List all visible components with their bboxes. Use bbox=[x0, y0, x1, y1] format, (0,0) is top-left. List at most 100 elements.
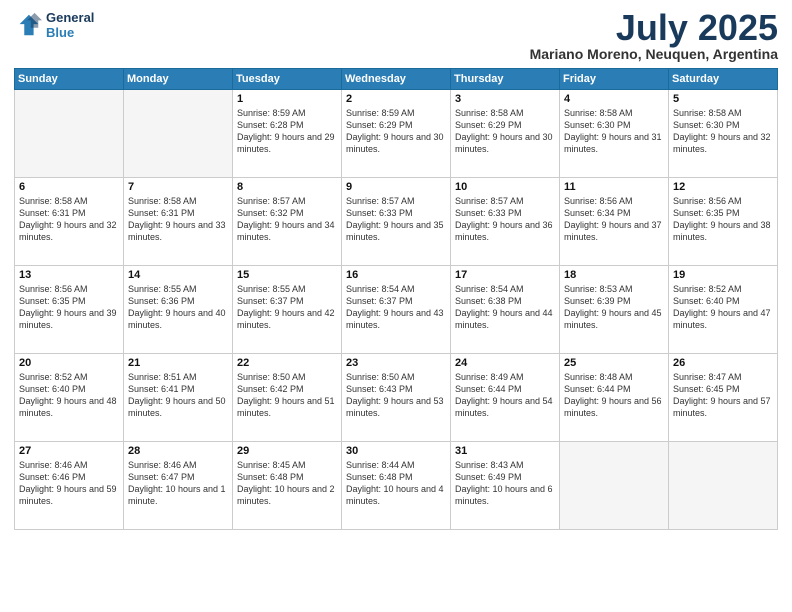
day-number: 26 bbox=[673, 357, 773, 369]
calendar-cell bbox=[560, 442, 669, 530]
calendar-cell: 1 Sunrise: 8:59 AM Sunset: 6:28 PM Daylig… bbox=[233, 90, 342, 178]
day-number: 20 bbox=[19, 357, 119, 369]
day-number: 5 bbox=[673, 93, 773, 105]
calendar-cell: 25Sunrise: 8:48 AM Sunset: 6:44 PM Dayli… bbox=[560, 354, 669, 442]
calendar-cell: 19 Sunrise: 8:52 AM Sunset: 6:40 PM Dayli… bbox=[669, 266, 778, 354]
calendar-cell: 21 Sunrise: 8:51 AM Sunset: 6:41 PM Dayli… bbox=[124, 354, 233, 442]
day-number: 27 bbox=[19, 445, 119, 457]
day-number: 23 bbox=[346, 357, 446, 369]
calendar-cell: 4 Sunrise: 8:58 AM Sunset: 6:30 PM Daylig… bbox=[560, 90, 669, 178]
calendar-cell: 23 Sunrise: 8:50 AM Sunset: 6:43 PM Dayli… bbox=[342, 354, 451, 442]
calendar-cell: 24 Sunrise: 8:49 AM Sunset: 6:44 PM Dayli… bbox=[451, 354, 560, 442]
calendar-cell: 26 Sunrise: 8:47 AM Sunset: 6:45 PM Dayli… bbox=[669, 354, 778, 442]
calendar-cell bbox=[669, 442, 778, 530]
cell-content: Sunrise: 8:58 AM Sunset: 6:29 PM Dayligh… bbox=[455, 107, 555, 156]
day-number: 3 bbox=[455, 93, 555, 105]
week-row-1: 1 Sunrise: 8:59 AM Sunset: 6:28 PM Daylig… bbox=[15, 90, 778, 178]
month-title: July 2025 bbox=[530, 10, 778, 46]
calendar-cell: 3 Sunrise: 8:58 AM Sunset: 6:29 PM Daylig… bbox=[451, 90, 560, 178]
cell-content: Sunrise: 8:44 AM Sunset: 6:48 PM Dayligh… bbox=[346, 459, 446, 508]
day-number: 13 bbox=[19, 269, 119, 281]
calendar-cell: 13Sunrise: 8:56 AM Sunset: 6:35 PM Dayli… bbox=[15, 266, 124, 354]
cell-content: Sunrise: 8:53 AM Sunset: 6:39 PM Dayligh… bbox=[564, 283, 664, 332]
cell-content: Sunrise: 8:59 AM Sunset: 6:28 PM Dayligh… bbox=[237, 107, 337, 156]
calendar-cell: 10Sunrise: 8:57 AM Sunset: 6:33 PM Dayli… bbox=[451, 178, 560, 266]
weekday-monday: Monday bbox=[124, 69, 233, 90]
day-number: 8 bbox=[237, 181, 337, 193]
calendar-cell: 15Sunrise: 8:55 AM Sunset: 6:37 PM Dayli… bbox=[233, 266, 342, 354]
weekday-friday: Friday bbox=[560, 69, 669, 90]
cell-content: Sunrise: 8:49 AM Sunset: 6:44 PM Dayligh… bbox=[455, 371, 555, 420]
week-row-3: 13Sunrise: 8:56 AM Sunset: 6:35 PM Dayli… bbox=[15, 266, 778, 354]
week-row-2: 6 Sunrise: 8:58 AM Sunset: 6:31 PM Daylig… bbox=[15, 178, 778, 266]
cell-content: Sunrise: 8:57 AM Sunset: 6:33 PM Dayligh… bbox=[346, 195, 446, 244]
day-number: 16 bbox=[346, 269, 446, 281]
day-number: 19 bbox=[673, 269, 773, 281]
cell-content: Sunrise: 8:50 AM Sunset: 6:42 PM Dayligh… bbox=[237, 371, 337, 420]
logo-text: General Blue bbox=[46, 10, 94, 40]
calendar-cell: 5Sunrise: 8:58 AM Sunset: 6:30 PM Daylig… bbox=[669, 90, 778, 178]
weekday-tuesday: Tuesday bbox=[233, 69, 342, 90]
calendar-cell: 8 Sunrise: 8:57 AM Sunset: 6:32 PM Daylig… bbox=[233, 178, 342, 266]
calendar-cell: 14 Sunrise: 8:55 AM Sunset: 6:36 PM Dayli… bbox=[124, 266, 233, 354]
weekday-saturday: Saturday bbox=[669, 69, 778, 90]
day-number: 6 bbox=[19, 181, 119, 193]
cell-content: Sunrise: 8:59 AM Sunset: 6:29 PM Dayligh… bbox=[346, 107, 446, 156]
calendar-cell: 22 Sunrise: 8:50 AM Sunset: 6:42 PM Dayli… bbox=[233, 354, 342, 442]
day-number: 18 bbox=[564, 269, 664, 281]
day-number: 17 bbox=[455, 269, 555, 281]
cell-content: Sunrise: 8:46 AM Sunset: 6:47 PM Dayligh… bbox=[128, 459, 228, 508]
weekday-header-row: SundayMondayTuesdayWednesdayThursdayFrid… bbox=[15, 69, 778, 90]
day-number: 1 bbox=[237, 93, 337, 105]
cell-content: Sunrise: 8:52 AM Sunset: 6:40 PM Dayligh… bbox=[673, 283, 773, 332]
calendar-cell: 16Sunrise: 8:54 AM Sunset: 6:37 PM Dayli… bbox=[342, 266, 451, 354]
calendar-cell: 7 Sunrise: 8:58 AM Sunset: 6:31 PM Daylig… bbox=[124, 178, 233, 266]
cell-content: Sunrise: 8:57 AM Sunset: 6:33 PM Dayligh… bbox=[455, 195, 555, 244]
calendar-cell: 30Sunrise: 8:44 AM Sunset: 6:48 PM Dayli… bbox=[342, 442, 451, 530]
day-number: 24 bbox=[455, 357, 555, 369]
day-number: 4 bbox=[564, 93, 664, 105]
day-number: 29 bbox=[237, 445, 337, 457]
cell-content: Sunrise: 8:58 AM Sunset: 6:31 PM Dayligh… bbox=[19, 195, 119, 244]
weekday-wednesday: Wednesday bbox=[342, 69, 451, 90]
cell-content: Sunrise: 8:58 AM Sunset: 6:31 PM Dayligh… bbox=[128, 195, 228, 244]
cell-content: Sunrise: 8:57 AM Sunset: 6:32 PM Dayligh… bbox=[237, 195, 337, 244]
week-row-4: 20 Sunrise: 8:52 AM Sunset: 6:40 PM Dayli… bbox=[15, 354, 778, 442]
weekday-sunday: Sunday bbox=[15, 69, 124, 90]
calendar-cell bbox=[124, 90, 233, 178]
cell-content: Sunrise: 8:52 AM Sunset: 6:40 PM Dayligh… bbox=[19, 371, 119, 420]
calendar-cell: 17 Sunrise: 8:54 AM Sunset: 6:38 PM Dayli… bbox=[451, 266, 560, 354]
cell-content: Sunrise: 8:54 AM Sunset: 6:38 PM Dayligh… bbox=[455, 283, 555, 332]
location: Mariano Moreno, Neuquen, Argentina bbox=[530, 46, 778, 62]
cell-content: Sunrise: 8:50 AM Sunset: 6:43 PM Dayligh… bbox=[346, 371, 446, 420]
logo-icon bbox=[14, 11, 42, 39]
cell-content: Sunrise: 8:46 AM Sunset: 6:46 PM Dayligh… bbox=[19, 459, 119, 508]
day-number: 22 bbox=[237, 357, 337, 369]
calendar-cell: 28 Sunrise: 8:46 AM Sunset: 6:47 PM Dayli… bbox=[124, 442, 233, 530]
calendar-cell: 27 Sunrise: 8:46 AM Sunset: 6:46 PM Dayli… bbox=[15, 442, 124, 530]
cell-content: Sunrise: 8:47 AM Sunset: 6:45 PM Dayligh… bbox=[673, 371, 773, 420]
calendar-cell: 29Sunrise: 8:45 AM Sunset: 6:48 PM Dayli… bbox=[233, 442, 342, 530]
calendar: SundayMondayTuesdayWednesdayThursdayFrid… bbox=[14, 68, 778, 530]
cell-content: Sunrise: 8:43 AM Sunset: 6:49 PM Dayligh… bbox=[455, 459, 555, 508]
day-number: 21 bbox=[128, 357, 228, 369]
day-number: 2 bbox=[346, 93, 446, 105]
logo: General Blue bbox=[14, 10, 94, 40]
calendar-cell: 31 Sunrise: 8:43 AM Sunset: 6:49 PM Dayli… bbox=[451, 442, 560, 530]
calendar-cell: 20 Sunrise: 8:52 AM Sunset: 6:40 PM Dayli… bbox=[15, 354, 124, 442]
day-number: 14 bbox=[128, 269, 228, 281]
page: General Blue July 2025 Mariano Moreno, N… bbox=[0, 0, 792, 612]
day-number: 31 bbox=[455, 445, 555, 457]
cell-content: Sunrise: 8:56 AM Sunset: 6:35 PM Dayligh… bbox=[673, 195, 773, 244]
calendar-cell: 12 Sunrise: 8:56 AM Sunset: 6:35 PM Dayli… bbox=[669, 178, 778, 266]
calendar-cell: 2 Sunrise: 8:59 AM Sunset: 6:29 PM Daylig… bbox=[342, 90, 451, 178]
calendar-cell bbox=[15, 90, 124, 178]
calendar-cell: 6 Sunrise: 8:58 AM Sunset: 6:31 PM Daylig… bbox=[15, 178, 124, 266]
cell-content: Sunrise: 8:55 AM Sunset: 6:36 PM Dayligh… bbox=[128, 283, 228, 332]
cell-content: Sunrise: 8:58 AM Sunset: 6:30 PM Dayligh… bbox=[564, 107, 664, 156]
day-number: 28 bbox=[128, 445, 228, 457]
title-section: July 2025 Mariano Moreno, Neuquen, Argen… bbox=[530, 10, 778, 62]
day-number: 7 bbox=[128, 181, 228, 193]
day-number: 12 bbox=[673, 181, 773, 193]
cell-content: Sunrise: 8:51 AM Sunset: 6:41 PM Dayligh… bbox=[128, 371, 228, 420]
